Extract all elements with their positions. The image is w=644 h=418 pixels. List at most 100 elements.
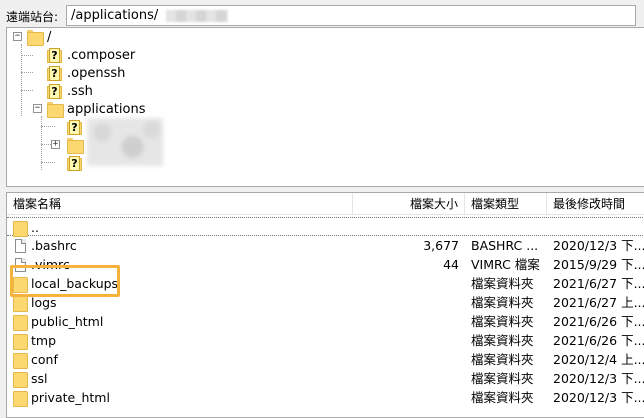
table-row[interactable]: local_backups 檔案資料夾 2021/6/27 下... bbox=[7, 274, 644, 293]
file-modified: 2021/6/27 上... bbox=[553, 295, 644, 310]
file-name-cell: ssl bbox=[13, 369, 353, 388]
remote-directory-tree[interactable]: − / ? .composer ? .openssh ? .ssh − appl… bbox=[6, 27, 644, 187]
column-header-name[interactable]: 檔案名稱 bbox=[7, 193, 353, 215]
tree-item-redacted-1[interactable]: ? bbox=[67, 118, 87, 136]
folder-icon bbox=[13, 390, 28, 407]
file-name: tmp bbox=[31, 333, 57, 348]
table-row[interactable]: conf 檔案資料夾 2020/12/4 上... bbox=[7, 350, 644, 369]
file-name-cell: tmp bbox=[13, 331, 353, 350]
remote-path-bar: 遠端站台: /applications/ bbox=[0, 0, 644, 30]
folder-icon bbox=[13, 295, 28, 312]
tree-item-label: .composer bbox=[67, 47, 136, 63]
table-row[interactable]: private_html 檔案資料夾 2020/12/3 下... bbox=[7, 388, 644, 407]
tree-item-ssh[interactable]: ? .ssh bbox=[47, 82, 93, 100]
file-name: conf bbox=[31, 352, 58, 367]
table-row[interactable]: public_html 檔案資料夾 2021/6/26 下... bbox=[7, 312, 644, 331]
file-modified: 2020/12/4 上... bbox=[553, 352, 644, 367]
file-modified: 2020/12/3 下... bbox=[553, 390, 644, 405]
file-name-cell: local_backups bbox=[13, 274, 353, 293]
tree-item-composer[interactable]: ? .composer bbox=[47, 46, 135, 64]
unknown-folder-icon: ? bbox=[47, 47, 62, 63]
file-name: .. bbox=[31, 220, 39, 235]
file-type: 檔案資料夾 bbox=[471, 333, 534, 348]
collapse-root-icon[interactable]: − bbox=[13, 32, 22, 41]
file-size: 3,677 bbox=[423, 238, 459, 253]
file-type: 檔案資料夾 bbox=[471, 390, 534, 405]
file-name: logs bbox=[31, 295, 57, 310]
file-name: local_backups bbox=[31, 276, 119, 291]
table-row[interactable]: .vimrc 44 VIMRC 檔案 2015/9/29 下... bbox=[7, 255, 644, 274]
redacted-path-segment bbox=[166, 9, 229, 22]
file-modified: 2021/6/26 下... bbox=[553, 333, 644, 348]
unknown-folder-icon: ? bbox=[47, 65, 62, 81]
table-row-parent[interactable]: .. bbox=[7, 217, 644, 237]
tree-item-redacted-3[interactable]: ? bbox=[67, 154, 87, 172]
collapse-applications-icon[interactable]: − bbox=[33, 104, 42, 113]
folder-icon bbox=[27, 30, 44, 46]
file-type: VIMRC 檔案 bbox=[471, 257, 540, 272]
file-type: 檔案資料夾 bbox=[471, 276, 534, 291]
file-type: 檔案資料夾 bbox=[471, 352, 534, 367]
folder-icon bbox=[13, 371, 28, 388]
remote-site-label: 遠端站台: bbox=[6, 10, 59, 24]
tree-item-label: .openssh bbox=[67, 65, 126, 81]
file-size bbox=[353, 350, 463, 369]
folder-icon bbox=[13, 333, 28, 350]
file-modified: 2020/12/3 下... bbox=[553, 371, 644, 386]
file-type: BASHRC ... bbox=[471, 238, 539, 253]
tree-item-redacted-2[interactable] bbox=[67, 136, 87, 154]
folder-icon bbox=[13, 220, 28, 237]
file-size bbox=[353, 388, 463, 407]
folder-icon bbox=[47, 102, 64, 118]
file-modified: 2015/9/29 下... bbox=[553, 257, 644, 272]
table-row[interactable]: tmp 檔案資料夾 2021/6/26 下... bbox=[7, 331, 644, 350]
tree-item-applications[interactable]: applications bbox=[47, 100, 145, 118]
file-size bbox=[353, 293, 463, 312]
file-list-header: 檔案名稱 檔案大小 檔案類型 最後修改時間 ⌄ bbox=[7, 193, 644, 215]
remote-file-list[interactable]: 檔案名稱 檔案大小 檔案類型 最後修改時間 ⌄ .. .bashrc 3,677 B… bbox=[6, 192, 644, 418]
tree-item-root[interactable]: / bbox=[27, 28, 51, 46]
folder-icon bbox=[13, 314, 28, 331]
file-modified: 2021/6/27 下... bbox=[553, 276, 644, 291]
tree-item-openssh[interactable]: ? .openssh bbox=[47, 64, 125, 82]
tree-line bbox=[21, 55, 33, 56]
remote-path-input[interactable]: /applications/ bbox=[66, 5, 636, 26]
file-icon bbox=[15, 257, 26, 272]
redacted-folder-names bbox=[87, 118, 163, 166]
file-type: 檔案資料夾 bbox=[471, 371, 534, 386]
file-name-cell: .vimrc bbox=[13, 255, 353, 274]
file-icon bbox=[15, 238, 26, 253]
tree-line bbox=[41, 126, 55, 127]
folder-icon bbox=[13, 352, 28, 369]
folder-icon bbox=[67, 138, 84, 154]
file-modified: 2020/12/3 下... bbox=[553, 238, 644, 253]
file-size bbox=[353, 312, 463, 331]
unknown-folder-icon: ? bbox=[47, 83, 62, 99]
table-row[interactable]: logs 檔案資料夾 2021/6/27 上... bbox=[7, 293, 644, 312]
tree-line bbox=[21, 72, 33, 73]
file-name: private_html bbox=[31, 390, 110, 405]
folder-icon bbox=[13, 276, 28, 293]
tree-item-label: applications bbox=[67, 101, 146, 117]
tree-item-label: / bbox=[47, 29, 52, 45]
remote-path-text: /applications/ bbox=[71, 8, 159, 23]
file-size bbox=[353, 369, 463, 388]
file-name-cell: .bashrc bbox=[13, 236, 353, 255]
sort-chevron-icon: ⌄ bbox=[593, 193, 601, 203]
file-name-cell: logs bbox=[13, 293, 353, 312]
file-name-cell: conf bbox=[13, 350, 353, 369]
file-name-cell: private_html bbox=[13, 388, 353, 407]
file-name: .vimrc bbox=[31, 257, 70, 272]
file-name-cell: public_html bbox=[13, 312, 353, 331]
file-name: ssl bbox=[31, 371, 48, 386]
table-row[interactable]: .bashrc 3,677 BASHRC ... 2020/12/3 下... bbox=[7, 236, 644, 255]
file-size bbox=[353, 331, 463, 350]
tree-line bbox=[21, 90, 33, 91]
tree-item-label: .ssh bbox=[67, 83, 93, 99]
file-modified: 2021/6/26 下... bbox=[553, 314, 644, 329]
column-header-type[interactable]: 檔案類型 bbox=[465, 193, 547, 215]
table-row[interactable]: ssl 檔案資料夾 2020/12/3 下... bbox=[7, 369, 644, 388]
tree-line bbox=[41, 162, 55, 163]
expand-folder-icon[interactable]: + bbox=[51, 140, 60, 149]
column-header-size[interactable]: 檔案大小 bbox=[353, 193, 465, 215]
